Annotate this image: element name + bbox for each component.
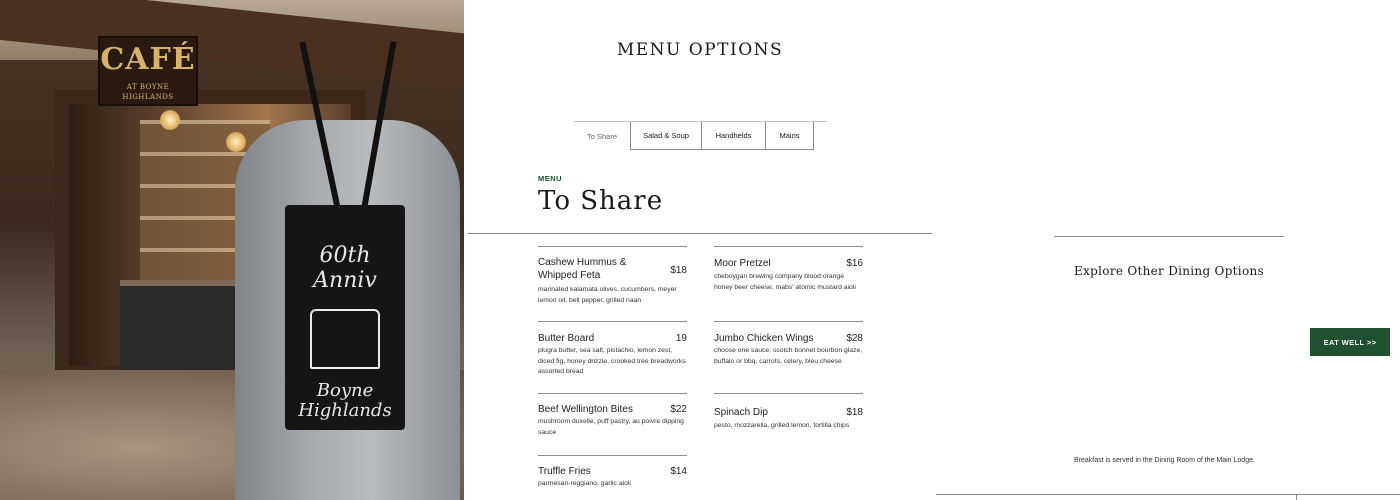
footer-divider-tick (1296, 494, 1297, 500)
cafe-sign-title: CAFÉ (100, 42, 196, 77)
menu-item-description: pesto, mozzarella, grilled lemon, tortil… (714, 422, 850, 429)
menu-item-name: Cashew Hummus & Whipped Feta (538, 257, 627, 281)
menu-item-name: Jumbo Chicken Wings (714, 333, 814, 344)
menu-item: Truffle Fries $14 parmesan-reggiano, gar… (538, 455, 687, 490)
menu-item-price: $18 (670, 265, 687, 276)
menu-item-description: mushroom duxelle, puff pastry, au poivre… (538, 418, 684, 436)
menu-item-description: choose one sauce: scotch bonnet bourbon … (714, 347, 863, 365)
menu-item: Spinach Dip $18 pesto, mozzarella, grill… (714, 393, 863, 432)
menu-item-price: $16 (846, 258, 863, 269)
menu-item: Jumbo Chicken Wings $28 choose one sauce… (714, 321, 863, 367)
tab-salad-soup[interactable]: Salad & Soup (630, 122, 702, 150)
tab-handhelds[interactable]: Handhelds (702, 122, 766, 150)
menu-item-price: $14 (670, 466, 687, 477)
tote-text-top: 60th Anniv (313, 243, 377, 293)
menu-item-name: Butter Board (538, 333, 595, 344)
tab-to-share[interactable]: To Share (574, 122, 630, 150)
menu-item-price: $18 (846, 407, 863, 418)
menu-item-price: $28 (846, 333, 863, 344)
menu-item-description: parmesan-reggiano, garlic aioli (538, 480, 631, 487)
tote-bag: 60th Anniv Boyne Highlands (285, 205, 405, 430)
eat-well-button[interactable]: EAT WELL >> (1310, 328, 1390, 356)
menu-item-description: cheboygan brewing company blood orange h… (714, 273, 856, 291)
lamp-icon (226, 132, 246, 152)
section-divider (468, 233, 932, 234)
menu-item: Beef Wellington Bites $22 mushroom duxel… (538, 393, 687, 438)
menu-item-name: Moor Pretzel (714, 258, 771, 269)
menu-item-name: Spinach Dip (714, 407, 768, 418)
menu-item-price: 19 (675, 333, 687, 344)
page-title: MENU OPTIONS (616, 40, 784, 60)
menu-item: Cashew Hummus & Whipped Feta $18 marinat… (538, 246, 687, 306)
menu-item-name: Truffle Fries (538, 466, 591, 477)
cafe-sign: CAFÉ AT BOYNE HIGHLANDS (98, 36, 198, 106)
menu-item: Moor Pretzel $16 cheboygan brewing compa… (714, 246, 863, 293)
breakfast-note: Breakfast is served in the Dining Room o… (1074, 457, 1255, 464)
explore-heading: Explore Other Dining Options (1074, 264, 1264, 278)
menu-item-description: plugra butter, sea salt, pistachio, lemo… (538, 347, 686, 375)
menu-item-price: $22 (670, 404, 687, 415)
section-title: To Share (538, 186, 664, 216)
tote-text-bottom: Boyne Highlands (298, 380, 392, 421)
footer-divider (936, 494, 1400, 495)
lamp-icon (160, 110, 180, 130)
tab-mains[interactable]: Mains (766, 122, 814, 150)
cafe-sign-subtitle: AT BOYNE HIGHLANDS (122, 83, 174, 101)
explore-divider (1054, 236, 1284, 237)
hero-photo: CAFÉ AT BOYNE HIGHLANDS 60th Anniv Boyne… (0, 0, 464, 500)
menu-item-name: Beef Wellington Bites (538, 404, 633, 415)
menu-item: Butter Board 19 plugra butter, sea salt,… (538, 321, 687, 378)
lodge-icon (310, 309, 380, 369)
menu-tabs: To Share Salad & Soup Handhelds Mains (574, 121, 827, 150)
section-eyebrow: MENU (538, 174, 563, 183)
menu-item-description: marinated kalamata olives, cucumbers, me… (538, 286, 677, 304)
